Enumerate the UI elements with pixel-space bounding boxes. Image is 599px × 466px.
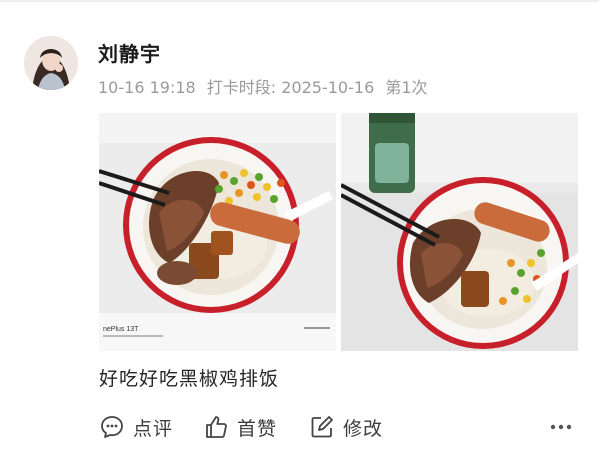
comment-bubble-icon — [101, 416, 123, 438]
post-meta: 10-16 19:18 打卡时段: 2025-10-16 第1次 — [98, 74, 428, 98]
checkin-count: 第1次 — [385, 78, 428, 97]
top-divider — [0, 0, 599, 2]
comment-label: 点评 — [133, 417, 174, 440]
more-button[interactable] — [548, 410, 574, 444]
edit-button[interactable]: 修改 — [309, 410, 383, 444]
avatar-image — [24, 36, 78, 90]
edit-icon — [311, 416, 333, 438]
like-button[interactable]: 首赞 — [203, 410, 277, 444]
post-time: 10-16 19:18 — [98, 78, 196, 97]
more-dots-icon — [550, 424, 572, 430]
post-caption: 好吃好吃黑椒鸡排饭 — [99, 368, 280, 390]
like-label: 首赞 — [237, 417, 278, 440]
action-bar: 点评 首赞 修改 — [0, 410, 599, 444]
post-photo-2[interactable] — [341, 113, 578, 351]
username[interactable]: 刘静宇 — [98, 38, 161, 67]
edit-label: 修改 — [343, 417, 384, 440]
photo1-watermark: nePlus 13T — [103, 326, 139, 333]
post-photo-1[interactable]: nePlus 13T — [99, 113, 336, 351]
comment-button[interactable]: 点评 — [99, 410, 173, 444]
thumbs-up-icon — [206, 416, 227, 438]
avatar[interactable] — [24, 36, 78, 90]
checkin-label: 打卡时段: 2025-10-16 — [206, 78, 375, 97]
